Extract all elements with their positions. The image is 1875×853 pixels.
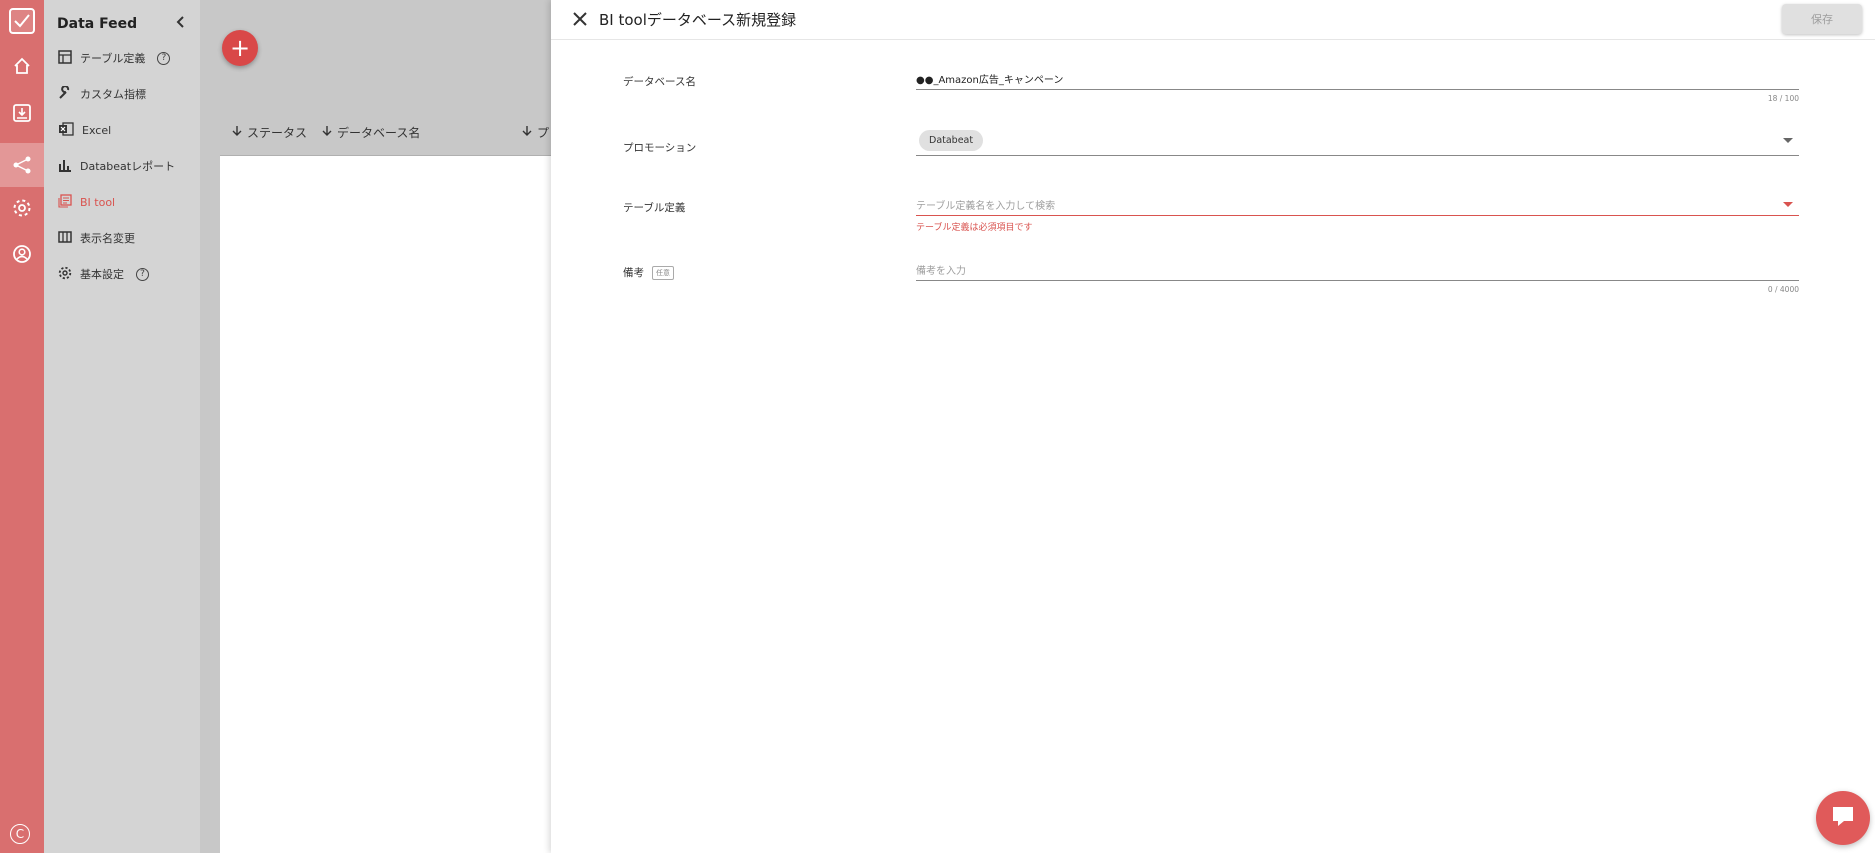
optional-tag: 任意 bbox=[652, 265, 674, 280]
app-logo-icon[interactable] bbox=[9, 8, 35, 34]
user-avatar[interactable]: C bbox=[10, 824, 30, 844]
drawer-title: BI toolデータベース新規登録 bbox=[599, 11, 797, 29]
gear-icon bbox=[58, 266, 72, 283]
db-name-input[interactable]: ●●_Amazon広告_キャンペーン bbox=[916, 68, 1799, 90]
new-db-drawer: BI toolデータベース新規登録 保存 データベース名 ●●_Amazon広告… bbox=[551, 0, 1875, 853]
sidebar: Data Feed テーブル定義 ? カスタム指標 Excel Databeat… bbox=[44, 0, 200, 853]
remarks-field[interactable]: 備考を入力 0 / 4000 bbox=[916, 259, 1799, 294]
arrow-down-icon bbox=[322, 125, 332, 140]
sidebar-item-display-name[interactable]: 表示名変更 bbox=[58, 227, 135, 249]
promotion-label: プロモーション bbox=[623, 140, 696, 155]
error-message: テーブル定義は必須項目です bbox=[916, 223, 1033, 233]
promotion-chip[interactable]: Databeat bbox=[919, 130, 984, 151]
report-icon bbox=[58, 193, 72, 211]
columns-icon bbox=[58, 230, 72, 247]
sidebar-item-label: カスタム指標 bbox=[80, 88, 146, 101]
arrow-down-icon bbox=[522, 125, 532, 140]
sidebar-header: Data Feed bbox=[57, 14, 187, 33]
sidebar-item-label: Excel bbox=[82, 123, 112, 137]
settings-icon[interactable] bbox=[10, 196, 34, 220]
column-label: データベース名 bbox=[337, 126, 421, 140]
field-label: プロモーション bbox=[623, 142, 697, 154]
remarks-label: 備考 任意 bbox=[623, 265, 674, 280]
placeholder-text: テーブル定義名を入力して検索 bbox=[916, 201, 1056, 212]
field-label: テーブル定義 bbox=[623, 202, 686, 214]
sidebar-item-label: 基本設定 bbox=[80, 268, 124, 281]
db-name-label: データベース名 bbox=[623, 74, 696, 89]
sidebar-item-label: BI tool bbox=[80, 195, 116, 209]
table-def-field[interactable]: テーブル定義名を入力して検索 テーブル定義は必須項目です bbox=[916, 194, 1799, 233]
field-label: 備考 bbox=[623, 267, 644, 279]
column-label: ステータス bbox=[247, 126, 308, 140]
home-icon[interactable] bbox=[10, 54, 34, 78]
help-icon[interactable]: ? bbox=[157, 51, 171, 65]
sidebar-item-basic-settings[interactable]: 基本設定 ? bbox=[58, 263, 149, 285]
db-name-field[interactable]: ●●_Amazon広告_キャンペーン 18 / 100 bbox=[916, 68, 1799, 103]
wrench-icon bbox=[58, 84, 72, 103]
sidebar-item-label: テーブル定義 bbox=[80, 52, 146, 65]
char-counter: 18 / 100 bbox=[1767, 94, 1799, 103]
sidebar-item-label: Databeatレポート bbox=[80, 160, 176, 173]
sidebar-item-custom-metrics[interactable]: カスタム指標 bbox=[58, 83, 146, 105]
remarks-input[interactable]: 備考を入力 bbox=[916, 259, 1799, 281]
share-icon[interactable] bbox=[10, 153, 34, 177]
column-header-status[interactable]: ステータス bbox=[232, 124, 322, 141]
placeholder-text: 備考を入力 bbox=[916, 266, 966, 277]
help-icon[interactable]: ? bbox=[136, 267, 149, 281]
chevron-left-icon[interactable] bbox=[175, 14, 187, 33]
add-button[interactable]: + bbox=[222, 30, 258, 66]
bar-chart-icon bbox=[58, 158, 72, 175]
left-rail: C bbox=[0, 0, 44, 853]
dropdown-arrow-icon[interactable] bbox=[1783, 138, 1793, 143]
sidebar-item-label: 表示名変更 bbox=[80, 232, 135, 245]
field-label: データベース名 bbox=[623, 76, 696, 88]
close-icon[interactable] bbox=[569, 8, 591, 30]
drawer-header: BI toolデータベース新規登録 保存 bbox=[551, 0, 1875, 40]
chat-bubble-icon bbox=[1828, 801, 1858, 835]
arrow-down-icon bbox=[232, 125, 242, 140]
column-header-promotion[interactable]: プ bbox=[522, 124, 549, 141]
table-def-label: テーブル定義 bbox=[623, 200, 685, 215]
chat-button[interactable] bbox=[1816, 791, 1870, 845]
sidebar-item-excel[interactable]: Excel bbox=[58, 119, 111, 141]
promotion-select-box[interactable]: Databeat bbox=[916, 126, 1799, 156]
sidebar-item-bi-tool[interactable]: BI tool bbox=[58, 191, 115, 213]
save-button[interactable]: 保存 bbox=[1782, 4, 1862, 34]
promotion-select[interactable]: Databeat bbox=[916, 126, 1799, 156]
excel-icon bbox=[58, 121, 74, 139]
column-label: プ bbox=[537, 126, 550, 140]
dropdown-arrow-icon[interactable] bbox=[1783, 202, 1793, 207]
column-header-db-name[interactable]: データベース名 bbox=[322, 124, 522, 141]
table-def-input[interactable]: テーブル定義名を入力して検索 bbox=[916, 194, 1799, 216]
sidebar-title: Data Feed bbox=[57, 15, 138, 32]
sidebar-item-databeat-report[interactable]: Databeatレポート bbox=[58, 155, 175, 177]
account-icon[interactable] bbox=[10, 242, 34, 266]
table-icon bbox=[58, 49, 72, 67]
sidebar-item-table-definition[interactable]: テーブル定義 ? bbox=[58, 47, 171, 69]
import-icon[interactable] bbox=[10, 101, 34, 125]
char-counter: 0 / 4000 bbox=[1767, 285, 1799, 294]
